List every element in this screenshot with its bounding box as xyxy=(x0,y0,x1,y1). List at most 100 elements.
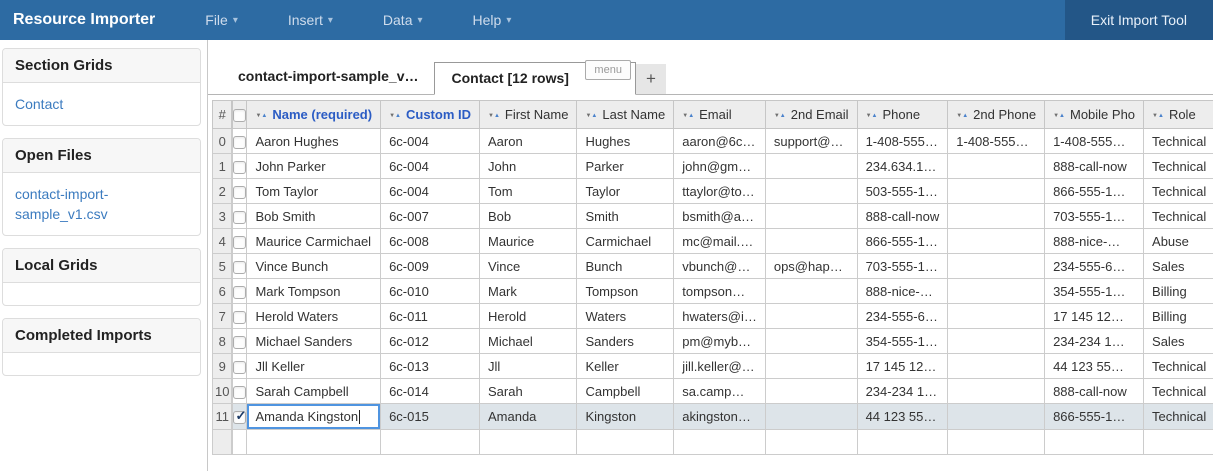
cell-first_name[interactable]: Herold xyxy=(479,304,576,329)
cell-mobile[interactable] xyxy=(1045,430,1144,455)
menu-data[interactable]: Data ▾ xyxy=(369,0,437,40)
cell-role[interactable]: Technical xyxy=(1144,404,1213,430)
cell-email[interactable]: sa.camp… xyxy=(674,379,766,404)
cell-first_name[interactable] xyxy=(479,430,576,455)
cell-role[interactable]: Technical xyxy=(1144,129,1213,154)
cell-last_name[interactable]: Hughes xyxy=(577,129,674,154)
row-checkbox[interactable] xyxy=(233,236,246,249)
cell-name[interactable]: Mark Tompson xyxy=(247,279,381,304)
cell-custom_id[interactable]: 6c-014 xyxy=(381,379,480,404)
cell-last_name[interactable]: Taylor xyxy=(577,179,674,204)
cell-phone[interactable]: 703-555-1… xyxy=(857,254,948,279)
cell-last_name[interactable]: Kingston xyxy=(577,404,674,430)
cell-mobile[interactable]: 1-408-555… xyxy=(1045,129,1144,154)
row-checkbox[interactable] xyxy=(233,211,246,224)
cell-phone2[interactable] xyxy=(948,404,1045,430)
row-number[interactable]: 7 xyxy=(213,304,232,329)
row-checkbox[interactable] xyxy=(233,361,246,374)
cell-name[interactable]: John Parker xyxy=(247,154,381,179)
cell-name[interactable]: Tom Taylor xyxy=(247,179,381,204)
cell-last_name[interactable]: Parker xyxy=(577,154,674,179)
cell-phone[interactable]: 888-nice-… xyxy=(857,279,948,304)
cell-first_name[interactable]: Jll xyxy=(479,354,576,379)
cell-name[interactable]: Amanda Kingston xyxy=(247,404,381,430)
row-number[interactable]: 2 xyxy=(213,179,232,204)
cell-email2[interactable] xyxy=(765,354,857,379)
cell-phone[interactable]: 1-408-555… xyxy=(857,129,948,154)
row-number[interactable]: 9 xyxy=(213,354,232,379)
cell-custom_id[interactable]: 6c-004 xyxy=(381,179,480,204)
cell-phone[interactable]: 17 145 12… xyxy=(857,354,948,379)
cell-email2[interactable] xyxy=(765,404,857,430)
cell-last_name[interactable]: Carmichael xyxy=(577,229,674,254)
cell-email2[interactable]: ops@hap… xyxy=(765,254,857,279)
cell-first_name[interactable]: Sarah xyxy=(479,379,576,404)
cell-first_name[interactable]: Tom xyxy=(479,179,576,204)
row-number[interactable]: 1 xyxy=(213,154,232,179)
name-cell-editor[interactable]: Amanda Kingston xyxy=(247,404,380,429)
cell-mobile[interactable]: 888-call-now xyxy=(1045,154,1144,179)
cell-role[interactable]: Sales xyxy=(1144,329,1213,354)
row-checkbox[interactable] xyxy=(233,336,246,349)
cell-email2[interactable] xyxy=(765,179,857,204)
cell-email[interactable]: aaron@6c… xyxy=(674,129,766,154)
cell-last_name[interactable]: Smith xyxy=(577,204,674,229)
cell-role[interactable]: Technical xyxy=(1144,204,1213,229)
cell-name[interactable]: Herold Waters xyxy=(247,304,381,329)
cell-email2[interactable] xyxy=(765,329,857,354)
cell-custom_id[interactable]: 6c-004 xyxy=(381,129,480,154)
row-number[interactable]: 8 xyxy=(213,329,232,354)
cell-phone2[interactable] xyxy=(948,379,1045,404)
cell-last_name[interactable]: Bunch xyxy=(577,254,674,279)
cell-name[interactable]: Michael Sanders xyxy=(247,329,381,354)
row-number[interactable]: 3 xyxy=(213,204,232,229)
cell-email2[interactable] xyxy=(765,154,857,179)
cell-custom_id[interactable]: 6c-007 xyxy=(381,204,480,229)
menu-insert[interactable]: Insert ▾ xyxy=(274,0,347,40)
select-all-checkbox[interactable] xyxy=(233,109,246,122)
tab-csv-file[interactable]: contact-import-sample_v… xyxy=(222,61,434,94)
tab-menu-button[interactable]: menu xyxy=(585,60,631,80)
cell-name[interactable] xyxy=(247,430,381,455)
cell-mobile[interactable]: 866-555-1… xyxy=(1045,179,1144,204)
column-header-phone[interactable]: ▼▲Phone xyxy=(857,101,948,129)
cell-email2[interactable]: support@… xyxy=(765,129,857,154)
cell-email[interactable]: jill.keller@… xyxy=(674,354,766,379)
cell-custom_id[interactable] xyxy=(381,430,480,455)
cell-email[interactable]: bsmith@a… xyxy=(674,204,766,229)
menu-file[interactable]: File ▾ xyxy=(191,0,252,40)
cell-phone2[interactable] xyxy=(948,229,1045,254)
cell-email[interactable]: ttaylor@to… xyxy=(674,179,766,204)
cell-role[interactable]: Technical xyxy=(1144,179,1213,204)
cell-email2[interactable] xyxy=(765,379,857,404)
cell-phone2[interactable] xyxy=(948,179,1045,204)
cell-role[interactable]: Technical xyxy=(1144,154,1213,179)
cell-last_name[interactable]: Tompson xyxy=(577,279,674,304)
cell-phone[interactable]: 866-555-1… xyxy=(857,229,948,254)
cell-custom_id[interactable]: 6c-013 xyxy=(381,354,480,379)
cell-custom_id[interactable]: 6c-009 xyxy=(381,254,480,279)
cell-mobile[interactable]: 866-555-1… xyxy=(1045,404,1144,430)
cell-name[interactable]: Aaron Hughes xyxy=(247,129,381,154)
cell-email[interactable]: vbunch@… xyxy=(674,254,766,279)
cell-custom_id[interactable]: 6c-011 xyxy=(381,304,480,329)
cell-first_name[interactable]: Vince xyxy=(479,254,576,279)
add-tab-button[interactable]: + xyxy=(636,64,666,94)
cell-email2[interactable] xyxy=(765,229,857,254)
cell-mobile[interactable]: 44 123 55… xyxy=(1045,354,1144,379)
row-number[interactable]: 10 xyxy=(213,379,232,404)
cell-role[interactable]: Sales xyxy=(1144,254,1213,279)
column-header-last_name[interactable]: ▼▲Last Name xyxy=(577,101,674,129)
cell-first_name[interactable]: Aaron xyxy=(479,129,576,154)
cell-custom_id[interactable]: 6c-015 xyxy=(381,404,480,430)
cell-name[interactable]: Vince Bunch xyxy=(247,254,381,279)
cell-custom_id[interactable]: 6c-010 xyxy=(381,279,480,304)
row-checkbox[interactable] xyxy=(233,161,246,174)
cell-name[interactable]: Jll Keller xyxy=(247,354,381,379)
cell-email2[interactable] xyxy=(765,304,857,329)
cell-role[interactable]: Billing xyxy=(1144,304,1213,329)
column-header-mobile[interactable]: ▼▲Mobile Pho xyxy=(1045,101,1144,129)
cell-first_name[interactable]: Mark xyxy=(479,279,576,304)
cell-email[interactable]: john@gm… xyxy=(674,154,766,179)
cell-mobile[interactable]: 888-call-now xyxy=(1045,379,1144,404)
